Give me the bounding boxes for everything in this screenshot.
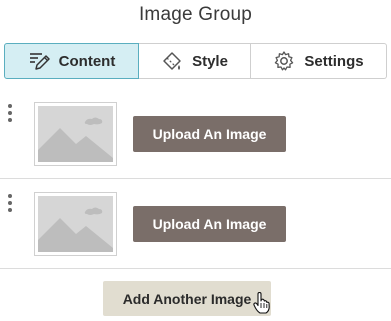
tab-content-label: Content [58,52,116,70]
image-row: Upload An Image [0,96,391,180]
tab-settings-label: Settings [304,52,364,70]
tab-style[interactable]: Style [139,43,251,79]
panel-title: Image Group [138,4,253,25]
pencil-lines-icon [28,51,50,71]
tab-content[interactable]: Content [4,43,139,79]
image-row: Upload An Image [0,186,391,270]
drag-handle-icon[interactable] [7,104,13,128]
tab-style-label: Style [192,52,228,70]
image-placeholder-icon [38,106,113,162]
drag-handle-icon[interactable] [7,194,13,218]
tab-bar: Content Style Settings [4,43,387,79]
gear-icon [273,50,295,72]
divider [0,268,391,269]
image-thumbnail [34,192,117,256]
divider [0,178,391,179]
image-group-panel: Image Group Content Style Settings Uploa… [0,0,391,321]
image-thumbnail [34,102,117,166]
upload-image-button[interactable]: Upload An Image [133,206,286,242]
paint-bucket-icon [161,50,183,72]
add-another-image-button[interactable]: Add Another Image [103,281,271,316]
image-placeholder-icon [38,196,113,252]
tab-settings[interactable]: Settings [251,43,387,79]
upload-image-button[interactable]: Upload An Image [133,116,286,152]
